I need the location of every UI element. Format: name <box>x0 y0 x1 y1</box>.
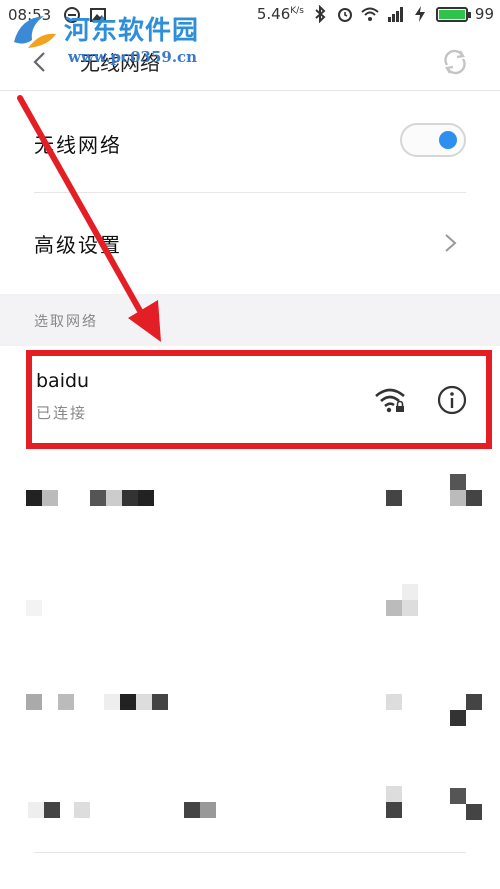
net-speed: 5.46K/s <box>256 5 304 23</box>
image-icon <box>90 8 106 22</box>
connected-network-item[interactable]: baidu 已连接 <box>26 350 492 449</box>
pixel-block <box>466 694 482 710</box>
pixel-block <box>152 694 168 710</box>
pixel-block <box>106 490 122 506</box>
pixel-block <box>104 694 120 710</box>
pixel-block <box>402 584 418 600</box>
network-ssid: baidu <box>36 370 90 392</box>
battery-icon <box>435 6 471 22</box>
pixel-block <box>58 694 74 710</box>
network-status: 已连接 <box>36 404 88 422</box>
pixel-block <box>26 490 42 506</box>
status-right: 5.46K/s 99 <box>257 5 494 23</box>
pixel-block <box>122 490 138 506</box>
wifi-label: 无线网络 <box>34 133 122 157</box>
bluetooth-icon <box>315 5 326 23</box>
pixel-block <box>90 490 106 506</box>
battery-level: 99 <box>474 5 494 23</box>
pixel-block <box>74 802 90 818</box>
pixel-block <box>386 786 402 802</box>
page-title: 无线网络 <box>80 51 160 75</box>
pixel-block <box>466 490 482 506</box>
chat-icon <box>64 7 80 23</box>
advanced-settings-label: 高级设置 <box>34 233 122 257</box>
signal-icon <box>387 7 403 22</box>
network-item-censored[interactable] <box>0 750 500 850</box>
row-divider <box>34 852 466 853</box>
notification-icons <box>63 6 107 24</box>
header-divider <box>0 90 500 91</box>
wifi-status-icon <box>361 7 379 21</box>
toggle-knob <box>439 131 457 149</box>
refresh-icon[interactable] <box>440 47 470 77</box>
pixel-block <box>386 802 402 818</box>
network-item-censored[interactable] <box>0 650 500 750</box>
alarm-icon <box>337 8 352 22</box>
pixel-block <box>136 694 152 710</box>
wifi-toggle-row[interactable]: 无线网络 <box>34 95 466 191</box>
section-title: 选取网络 <box>34 314 98 330</box>
status-bar: 08:53 5.46K/s 99 <box>0 0 500 34</box>
pixel-block <box>42 490 58 506</box>
pixel-block <box>200 802 216 818</box>
pixel-block <box>26 694 42 710</box>
pixel-block <box>120 694 136 710</box>
pixel-block <box>450 788 466 804</box>
app-header: 无线网络 <box>0 34 500 90</box>
pixel-block <box>28 802 44 818</box>
pixel-block <box>386 694 402 710</box>
pixel-block <box>386 490 402 506</box>
pixel-block <box>386 600 402 616</box>
back-arrow-icon[interactable] <box>28 50 52 74</box>
info-icon[interactable] <box>436 384 468 416</box>
charging-icon <box>414 6 425 22</box>
pixel-block <box>450 474 466 490</box>
pixel-block <box>138 490 154 506</box>
pixel-block <box>44 802 60 818</box>
pixel-block <box>466 804 482 820</box>
pixel-block <box>184 802 200 818</box>
pixel-block <box>450 490 466 506</box>
pixel-block <box>450 710 466 726</box>
section-header: 选取网络 <box>0 294 500 346</box>
wifi-locked-icon <box>375 388 405 413</box>
advanced-settings-row[interactable]: 高级设置 <box>34 193 466 293</box>
chevron-right-icon <box>445 234 457 252</box>
network-item-censored[interactable] <box>0 450 500 550</box>
status-time: 08:53 <box>8 6 52 24</box>
wifi-toggle[interactable] <box>400 123 466 157</box>
pixel-block <box>26 600 42 616</box>
network-item-censored[interactable] <box>0 550 500 650</box>
pixel-block <box>402 600 418 616</box>
